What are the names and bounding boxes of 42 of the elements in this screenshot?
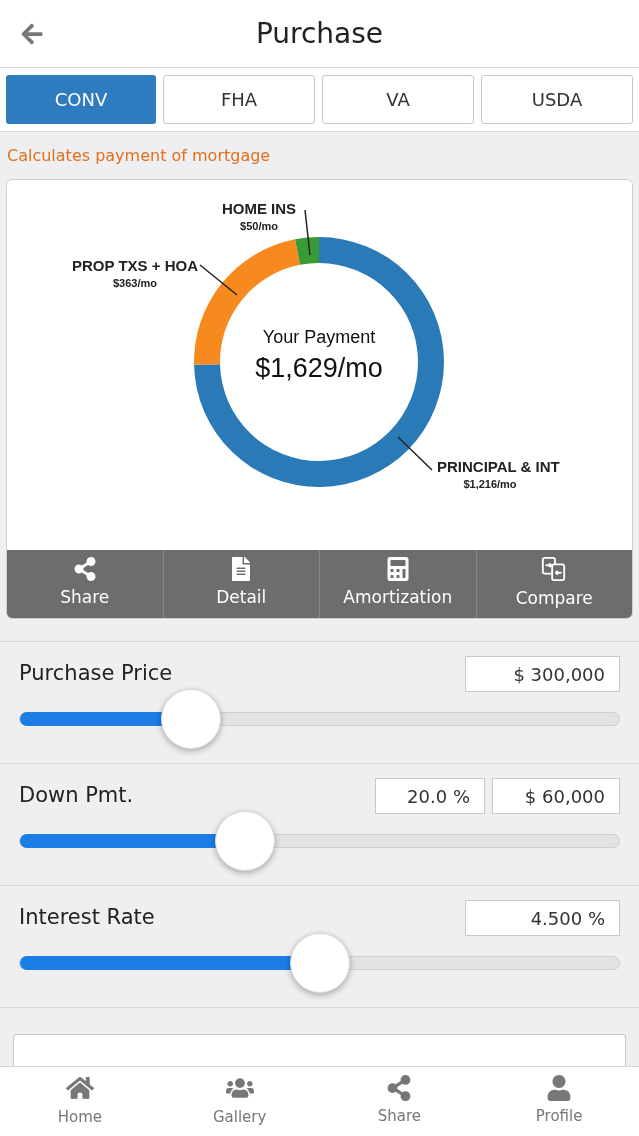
card-action-button[interactable]: Compare (475, 550, 632, 618)
slider-thumb[interactable] (161, 689, 222, 749)
nav-item[interactable]: Gallery (159, 1067, 320, 1136)
leader-line (199, 264, 238, 296)
loan-type-tab[interactable]: VA (322, 75, 474, 124)
loan-type-tab[interactable]: FHA (163, 75, 315, 124)
page-title: Purchase (255, 15, 384, 52)
leader-line (304, 209, 311, 256)
center-label: Your Payment (262, 327, 376, 347)
subtitle: Calculates payment of mortgage (7, 144, 271, 167)
value-field[interactable]: $ 300,000 (465, 656, 620, 692)
card-action-button[interactable]: Share (7, 550, 163, 618)
nav-item[interactable]: Profile (479, 1067, 639, 1136)
loan-type-tab[interactable]: CONV (6, 75, 156, 124)
profile-icon (546, 1075, 573, 1102)
card-action-button[interactable]: Amortization (319, 550, 476, 618)
nav-item[interactable]: Home (0, 1067, 160, 1136)
back-button[interactable] (20, 22, 44, 46)
payment-amount: $1,629/mo (255, 353, 383, 383)
slice-label: PROP TXS + HOA (72, 257, 198, 274)
slice-value: $50/mo (240, 220, 278, 232)
input-label: Down Pmt. (19, 782, 135, 810)
slice-value: $363/mo (113, 277, 157, 289)
calculator-icon (385, 557, 410, 582)
nav-item[interactable]: Share (319, 1067, 480, 1136)
card-action-button[interactable]: Detail (162, 550, 319, 618)
loan-type-tab[interactable]: USDA (481, 75, 633, 124)
value-field[interactable]: 4.500 % (465, 900, 620, 936)
slice-label: HOME INS (221, 200, 297, 217)
input-label: Interest Rate (19, 904, 156, 932)
value-field[interactable]: 20.0 % (375, 778, 485, 814)
slider-thumb[interactable] (215, 811, 276, 871)
slider-thumb[interactable] (289, 933, 350, 993)
share-icon (72, 557, 97, 582)
share-icon (386, 1075, 413, 1102)
leader-line (397, 436, 433, 471)
slice-value: $1,216/mo (463, 478, 517, 490)
input-label: Purchase Price (19, 660, 174, 688)
advanced-button[interactable] (13, 1034, 626, 1067)
slice-label: PRINCIPAL & INT (437, 458, 560, 475)
value-field[interactable]: $ 60,000 (492, 778, 620, 814)
compare-icon (541, 556, 568, 583)
